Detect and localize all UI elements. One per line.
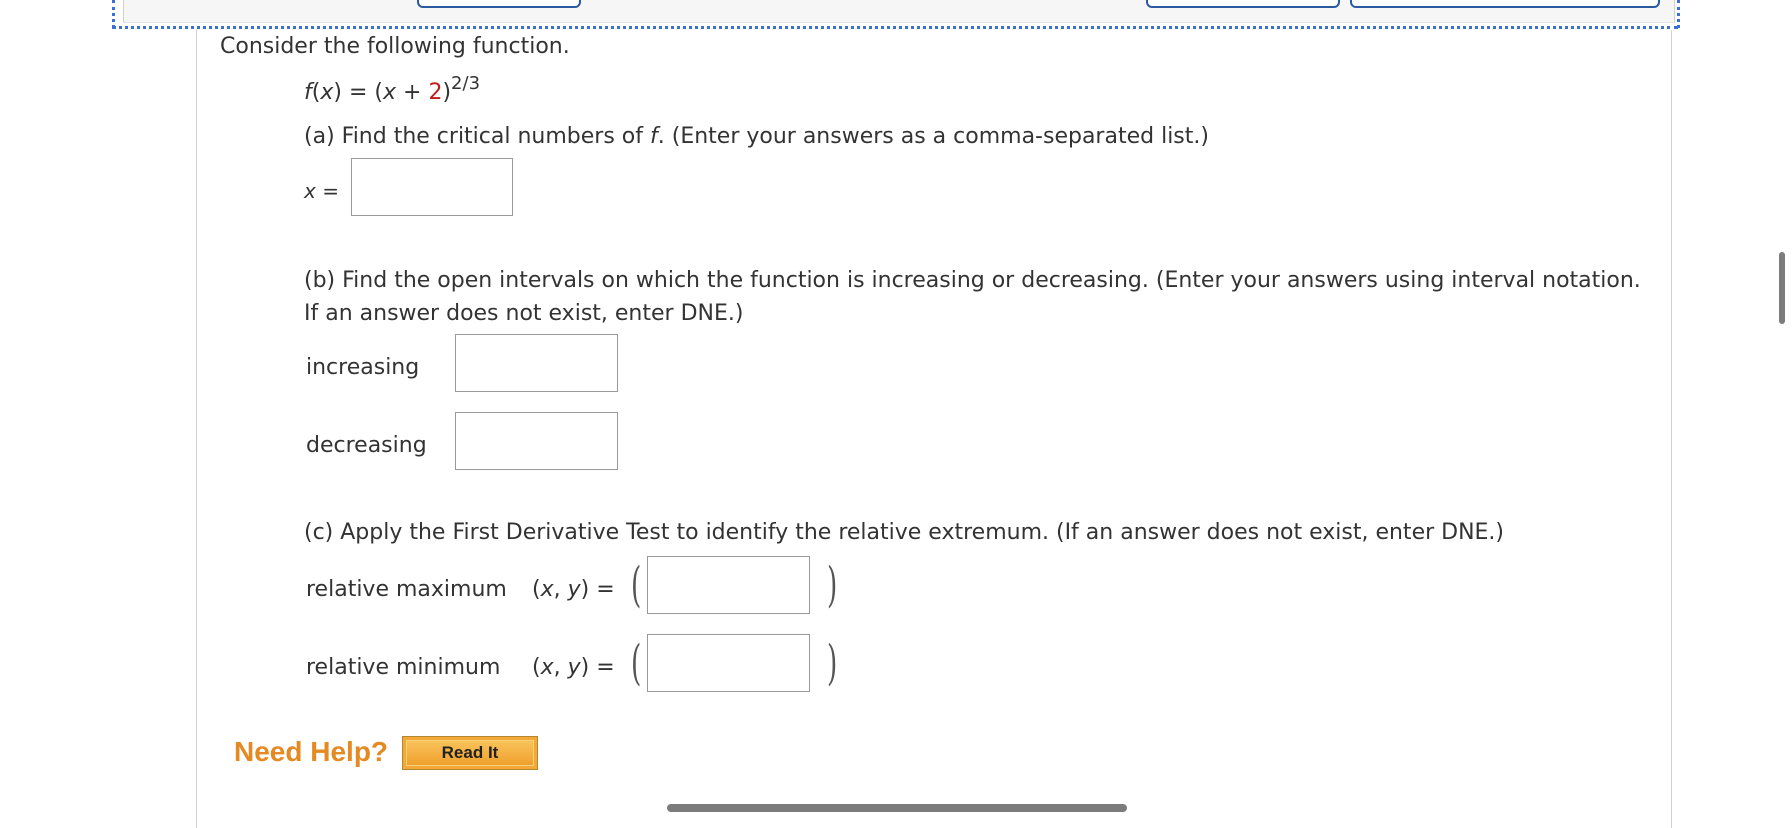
pair-close: ) xyxy=(580,577,590,602)
focus-frame-right xyxy=(1677,0,1680,28)
horizontal-scrollbar-thumb[interactable] xyxy=(667,804,1127,812)
relative-minimum-close-paren: ) xyxy=(827,635,838,691)
part-a-answer-var: x xyxy=(304,179,316,203)
pair-close: ) xyxy=(580,655,590,680)
pair-open: ( xyxy=(532,577,541,602)
part-a-prompt-var: f xyxy=(650,124,658,149)
header-button-middle[interactable] xyxy=(1146,0,1340,8)
part-a-prompt: (a) Find the critical numbers of f. (Ent… xyxy=(304,123,1209,151)
header-button-right[interactable] xyxy=(1350,0,1660,8)
part-c-prompt: (c) Apply the First Derivative Test to i… xyxy=(304,520,1505,545)
function-close-paren: ) xyxy=(442,80,452,105)
part-a-answer-label: x = xyxy=(304,177,339,205)
focus-frame-left xyxy=(112,0,115,28)
pair-comma: , xyxy=(553,577,568,602)
function-open-paren: ( xyxy=(374,80,383,105)
pair-y: y xyxy=(567,655,581,680)
read-it-button[interactable]: Read It xyxy=(402,736,538,770)
relative-maximum-pair-label: (x, y) = xyxy=(532,576,615,604)
function-equals: = xyxy=(348,80,368,105)
read-it-button-label: Read It xyxy=(406,740,534,766)
function-plus: + xyxy=(403,80,422,105)
part-b-prompt: (b) Find the open intervals on which the… xyxy=(304,268,1641,326)
function-arg: x xyxy=(320,80,334,105)
page: Consider the following function. f(x) = … xyxy=(0,0,1792,828)
pair-eq: = xyxy=(596,577,615,602)
function-definition: f(x) = (x + 2)2/3 xyxy=(304,73,481,106)
relative-maximum-input[interactable] xyxy=(647,556,810,614)
pair-x: x xyxy=(540,655,554,680)
relative-minimum-label: relative minimum xyxy=(306,655,501,680)
part-a-prompt-end: . (Enter your answers as a comma-separat… xyxy=(657,124,1209,149)
function-var: x xyxy=(382,80,397,105)
part-a-prompt-start: (a) Find the critical numbers of xyxy=(304,124,650,149)
header-button-left[interactable] xyxy=(417,0,581,8)
function-constant: 2 xyxy=(428,80,443,105)
relative-minimum-pair-label: (x, y) = xyxy=(532,654,615,682)
function-exponent: 2/3 xyxy=(451,73,481,94)
focus-frame-top xyxy=(112,26,1678,29)
header-strip xyxy=(123,0,1675,23)
relative-maximum-close-paren: ) xyxy=(827,557,838,613)
critical-numbers-input[interactable] xyxy=(351,158,513,216)
increasing-label: increasing xyxy=(306,355,420,380)
relative-minimum-input[interactable] xyxy=(647,634,810,692)
pair-open: ( xyxy=(532,655,541,680)
increasing-interval-input[interactable] xyxy=(455,334,618,392)
vertical-scrollbar-thumb[interactable] xyxy=(1779,252,1785,324)
relative-maximum-open-paren: ( xyxy=(631,557,642,613)
decreasing-label: decreasing xyxy=(306,433,427,458)
question-intro: Consider the following function. xyxy=(220,34,570,59)
relative-minimum-open-paren: ( xyxy=(631,635,642,691)
relative-maximum-label: relative maximum xyxy=(306,577,507,602)
pair-x: x xyxy=(540,577,554,602)
part-a-answer-eq: = xyxy=(322,179,339,203)
pair-eq: = xyxy=(596,655,615,680)
need-help-label: Need Help? xyxy=(234,736,389,767)
decreasing-interval-input[interactable] xyxy=(455,412,618,470)
pair-y: y xyxy=(567,577,581,602)
pair-comma: , xyxy=(553,655,568,680)
function-name: f xyxy=(304,80,312,105)
